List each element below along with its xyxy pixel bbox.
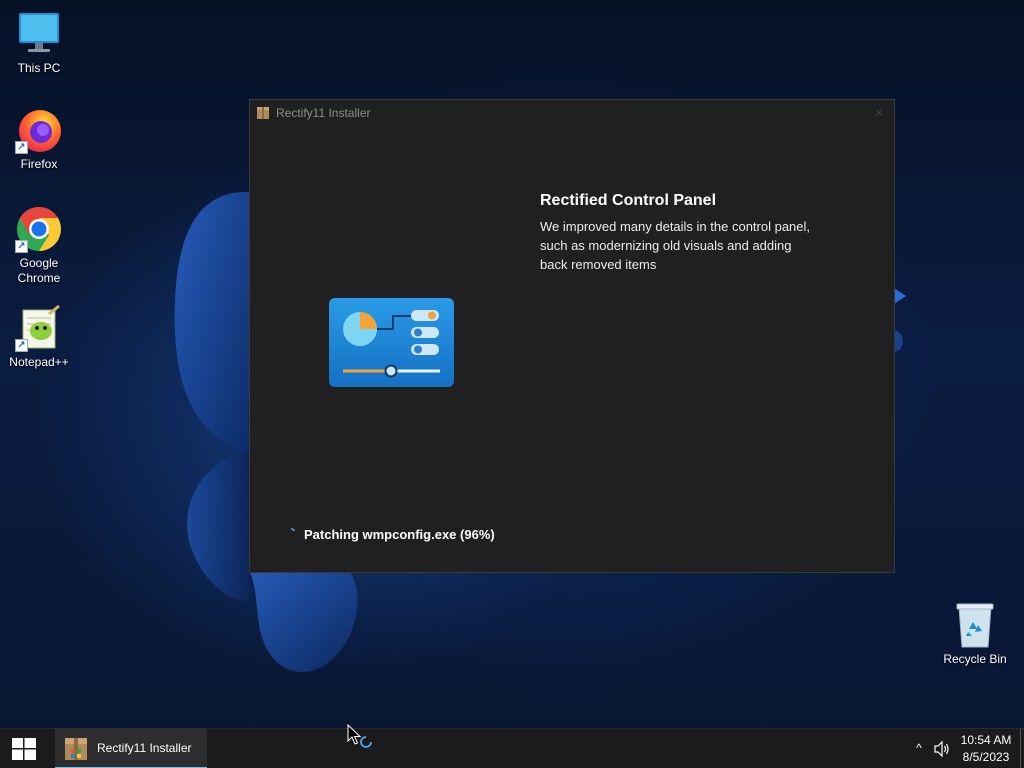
taskbar-app-rectify11-installer[interactable]: Rectify11 Installer [55,729,207,768]
loading-spinner-icon [290,528,296,532]
installer-window: Rectify11 Installer ✕ Rectified Control … [249,99,895,573]
taskbar-app-label: Rectify11 Installer [97,741,192,755]
feature-title: Rectified Control Panel [540,192,717,209]
shortcut-arrow-icon: ↗ [15,240,28,253]
window-titlebar[interactable]: Rectify11 Installer ✕ [250,100,894,126]
start-button[interactable] [0,729,48,768]
install-status-text: Patching wmpconfig.exe (96%) [304,527,495,542]
volume-icon[interactable] [933,740,951,758]
tray-overflow-chevron-icon[interactable]: ^ [911,739,927,757]
close-button[interactable]: ✕ [868,102,890,124]
shortcut-arrow-icon: ↗ [15,339,28,352]
desktop-icon-label: This PC [17,61,61,75]
installer-box-icon [65,738,87,760]
shortcut-arrow-icon: ↗ [15,141,28,154]
taskbar-clock[interactable]: 10:54 AM 8/5/2023 [955,732,1017,766]
clock-time: 10:54 AM [960,733,1012,747]
desktop-icon-this-pc[interactable]: This PC [1,10,77,76]
chrome-icon: ↗ [15,205,63,253]
desktop-icon-notepadpp[interactable]: ↗ Notepad++ [1,304,77,370]
notepadpp-icon: ↗ [15,304,63,352]
window-title: Rectify11 Installer [276,106,371,120]
monitor-icon [15,10,63,58]
busy-cursor-icon [347,724,372,748]
desktop-icon-label: Recycle Bin [943,652,1007,666]
desktop-icon-label: Notepad++ [9,355,69,369]
desktop-icon-label: Google Chrome [17,256,61,285]
desktop-icon-label: Firefox [20,157,58,171]
recycle-bin-icon [951,601,999,649]
desktop-icon-firefox[interactable]: ↗ Firefox [1,106,77,172]
control-panel-icon [329,298,454,387]
taskbar: Rectify11 Installer ^ 10:54 AM 8/5/2023 [0,728,1024,768]
desktop-icon-recycle-bin[interactable]: Recycle Bin [937,601,1013,667]
clock-date: 8/5/2023 [962,750,1010,764]
firefox-icon: ↗ [15,106,63,154]
feature-description: We improved many details in the control … [540,219,811,272]
windows-logo-icon [12,738,36,760]
installer-box-icon [257,107,269,119]
desktop-icon-google-chrome[interactable]: ↗ Google Chrome [1,205,77,286]
show-desktop-button[interactable] [1020,729,1024,768]
